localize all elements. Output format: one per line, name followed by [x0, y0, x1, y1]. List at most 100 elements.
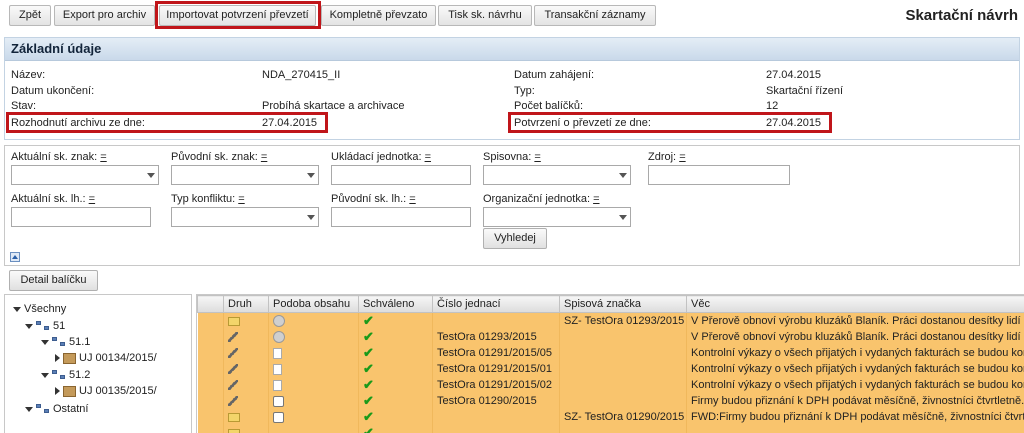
file-mark-cell: SZ- TestOra 01293/2015 [559, 312, 687, 329]
fully-accepted-button[interactable]: Kompletně převzato [321, 5, 436, 26]
filter-label-registry: Spisovna: = [483, 151, 541, 163]
row-select-cell[interactable] [197, 409, 224, 425]
chevron-down-icon [147, 173, 155, 178]
column-header-approved[interactable]: Schváleno [358, 295, 433, 313]
column-header-file-mark[interactable]: Spisová značka [559, 295, 687, 313]
original-period-input[interactable] [331, 207, 471, 227]
collapse-icon[interactable] [10, 252, 20, 262]
tree-node-uj-134[interactable]: UJ 00134/2015/ [55, 352, 157, 364]
clock-icon [273, 411, 284, 423]
row-select-cell[interactable] [197, 312, 224, 329]
content-form-cell [268, 393, 359, 409]
row-select-cell[interactable] [197, 361, 224, 377]
hierarchy-icon [52, 336, 66, 348]
checkmark-icon: ✔ [363, 361, 374, 376]
approved-cell: ✔ [358, 329, 433, 345]
document-icon [273, 347, 282, 359]
original-mark-select[interactable] [171, 165, 319, 185]
table-row[interactable]: ✔ TestOra 01291/2015/02 Kontrolní výkazy o… [197, 377, 1024, 393]
package-detail-button[interactable]: Detail balíčku [9, 270, 98, 291]
kind-cell [223, 409, 269, 425]
type-label: Typ: [514, 85, 535, 97]
kind-cell [223, 312, 269, 329]
row-select-cell[interactable] [197, 345, 224, 361]
row-select-cell[interactable] [197, 425, 224, 433]
pencil-icon [228, 396, 238, 407]
tree-node-51-1[interactable]: 51.1 [41, 336, 90, 348]
content-form-cell [268, 425, 359, 433]
file-mark-cell [559, 361, 687, 377]
tree-node-51-2[interactable]: 51.2 [41, 369, 90, 381]
name-value: NDA_270415_II [262, 69, 341, 81]
tree-node-all[interactable]: Všechny [13, 303, 66, 315]
expand-icon[interactable] [13, 306, 21, 312]
transaction-records-button[interactable]: Transakční záznamy [534, 5, 656, 26]
table-row[interactable]: ✔ TestOra 01291/2015/05 Kontrolní výkazy o… [197, 345, 1024, 361]
start-date-label: Datum zahájení: [514, 69, 595, 81]
subject-cell: Kontrolní výkazy o všech přijatých i vyd… [686, 361, 1024, 377]
checkmark-icon: ✔ [363, 393, 374, 408]
start-date-value: 27.04.2015 [766, 69, 822, 81]
search-button[interactable]: Vyhledej [483, 228, 547, 249]
reference-number-cell [432, 409, 560, 425]
content-form-cell [268, 329, 359, 345]
expand-icon[interactable] [41, 339, 49, 345]
collapsed-icon[interactable] [55, 354, 60, 362]
table-row[interactable]: ✔ [197, 425, 1024, 433]
column-header-content-form[interactable]: Podoba obsahu [268, 295, 359, 313]
filter-label-original-period: Původní sk. lh.: = [331, 193, 416, 205]
document-icon [273, 379, 282, 391]
package-box-icon [63, 385, 76, 397]
table-row[interactable]: ✔ TestOra 01293/2015 V Přerově obnoví výro… [197, 329, 1024, 345]
tree-node-uj-135[interactable]: UJ 00135/2015/ [55, 385, 157, 397]
row-select-cell[interactable] [197, 377, 224, 393]
import-acceptance-button[interactable]: Importovat potvrzení převzetí [159, 5, 316, 26]
row-select-cell[interactable] [197, 393, 224, 409]
back-button[interactable]: Zpět [9, 5, 51, 26]
collapsed-icon[interactable] [55, 387, 60, 395]
storage-unit-input[interactable] [331, 165, 471, 185]
file-mark-cell [559, 345, 687, 361]
document-icon [273, 363, 282, 375]
org-unit-select[interactable] [483, 207, 631, 227]
print-proposal-button[interactable]: Tisk sk. návrhu [438, 5, 532, 26]
file-mark-cell [559, 329, 687, 345]
checkmark-icon: ✔ [363, 313, 374, 328]
row-select-cell[interactable] [197, 329, 224, 345]
approved-cell: ✔ [358, 409, 433, 425]
expand-icon[interactable] [25, 406, 33, 412]
kind-cell [223, 361, 269, 377]
column-header-select[interactable] [197, 295, 224, 313]
expand-icon[interactable] [25, 323, 33, 329]
column-header-reference-number[interactable]: Číslo jednací [432, 295, 560, 313]
archive-decision-value: 27.04.2015 [262, 117, 318, 129]
filter-label-org-unit: Organizační jednotka: = [483, 193, 600, 205]
subject-cell: Kontrolní výkazy o všech přijatých i vyd… [686, 377, 1024, 393]
basic-info-panel: Základní údaje Název: NDA_270415_II Datu… [4, 37, 1020, 140]
current-period-input[interactable] [11, 207, 151, 227]
column-header-subject[interactable]: Věc [686, 295, 1024, 313]
table-row[interactable]: ✔ TestOra 01290/2015 Firmy budou přiznání … [197, 393, 1024, 409]
table-row[interactable]: ✔ TestOra 01291/2015/01 Kontrolní výkazy o… [197, 361, 1024, 377]
name-label: Název: [11, 69, 46, 81]
column-header-kind[interactable]: Druh [223, 295, 269, 313]
source-input[interactable] [648, 165, 790, 185]
current-mark-select[interactable] [11, 165, 159, 185]
checkmark-icon: ✔ [363, 329, 374, 344]
expand-icon[interactable] [41, 372, 49, 378]
export-archive-button[interactable]: Export pro archiv [54, 5, 155, 26]
toolbar: Zpět Export pro archiv Importovat potvrz… [0, 0, 1024, 34]
table-row[interactable]: ✔ SZ- TestOra 01290/2015 FWD:Firmy budou p… [197, 409, 1024, 425]
file-mark-cell [559, 393, 687, 409]
folder-icon [228, 412, 240, 422]
disc-icon [273, 331, 285, 344]
table-row[interactable]: ✔ SZ- TestOra 01293/2015 V Přerově obnoví … [197, 312, 1024, 329]
tree-node-other[interactable]: Ostatní [25, 403, 88, 415]
registry-select[interactable] [483, 165, 631, 185]
filter-label-original-mark: Původní sk. znak: = [171, 151, 268, 163]
hierarchy-icon [52, 369, 66, 381]
conflict-type-select[interactable] [171, 207, 319, 227]
chevron-down-icon [307, 215, 315, 220]
tree-node-51[interactable]: 51 [25, 320, 65, 332]
reference-number-cell: TestOra 01291/2015/02 [432, 377, 560, 393]
